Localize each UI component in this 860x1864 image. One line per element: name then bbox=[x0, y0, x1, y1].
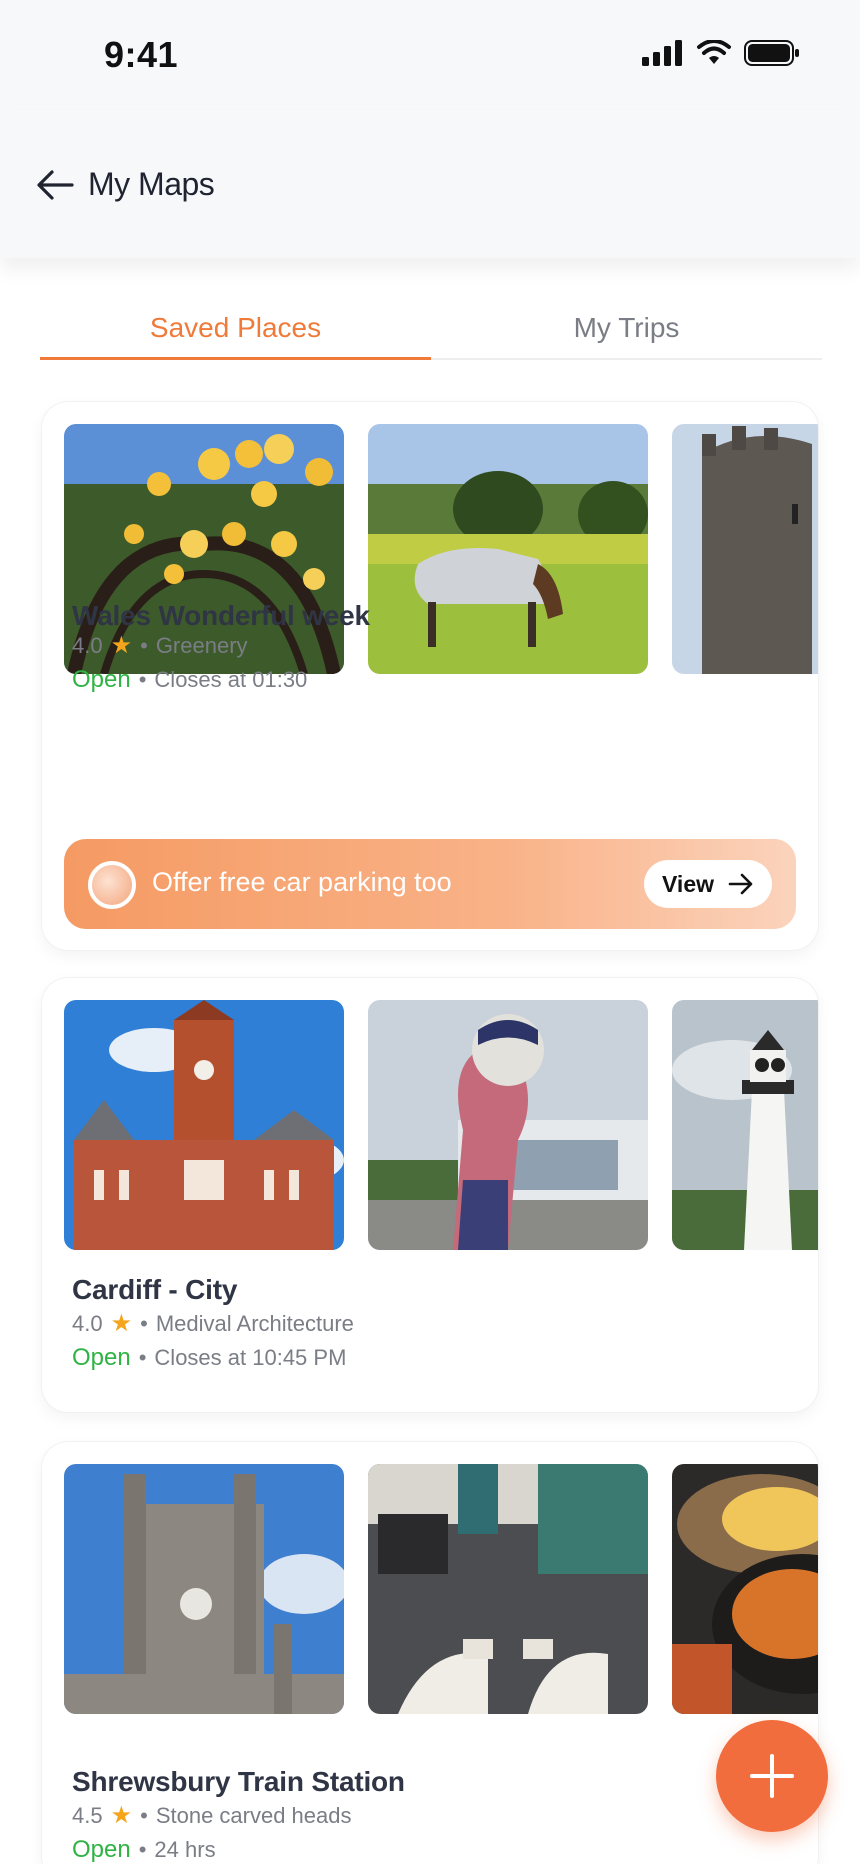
photo-horse-field[interactable] bbox=[368, 424, 648, 674]
separator-dot: • bbox=[138, 1345, 147, 1370]
photo-food-plate[interactable] bbox=[672, 1464, 818, 1714]
photo-castle-tower[interactable] bbox=[672, 424, 818, 674]
separator-dot: • bbox=[138, 667, 147, 692]
arrow-right-icon bbox=[728, 873, 753, 895]
star-icon: ★ bbox=[110, 1310, 133, 1337]
photo-carousel[interactable] bbox=[64, 1464, 818, 1714]
status-time: 9:41 bbox=[104, 34, 179, 75]
place-category: Stone carved heads bbox=[155, 1802, 352, 1828]
place-rating-row: 4.5 ★ • Stone carved heads bbox=[72, 1801, 352, 1830]
open-status: Open bbox=[72, 1836, 131, 1863]
star-icon: ★ bbox=[110, 1802, 133, 1829]
tab-my-trips[interactable]: My Trips bbox=[431, 296, 822, 358]
place-title[interactable]: Shrewsbury Train Station bbox=[72, 1766, 405, 1798]
view-button[interactable]: View bbox=[644, 860, 772, 908]
rating-value: 4.5 bbox=[72, 1802, 103, 1828]
status-bar: 9:41 bbox=[0, 0, 860, 110]
tab-saved-places[interactable]: Saved Places bbox=[40, 296, 431, 360]
photo-lighthouse[interactable] bbox=[672, 1000, 818, 1250]
page-title: My Maps bbox=[88, 166, 215, 202]
star-icon: ★ bbox=[110, 632, 133, 659]
photo-carousel[interactable] bbox=[64, 1000, 818, 1250]
signal-icon bbox=[642, 40, 682, 66]
place-card[interactable]: Shrewsbury Train Station 4.5 ★ • Stone c… bbox=[42, 1442, 818, 1864]
wifi-icon bbox=[697, 40, 731, 64]
separator-dot: • bbox=[140, 1310, 148, 1336]
offer-text: Offer free car parking too bbox=[152, 867, 452, 897]
add-place-button[interactable] bbox=[716, 1720, 828, 1832]
place-category: Greenery bbox=[155, 632, 248, 658]
place-title[interactable]: Wales Wonderful week bbox=[72, 600, 370, 632]
app-header: My Maps bbox=[0, 110, 860, 258]
place-hours: Closes at 01:30 bbox=[154, 667, 308, 692]
offer-indicator-icon bbox=[88, 861, 136, 909]
tab-bar: Saved Places My Trips bbox=[40, 296, 822, 360]
place-hours: 24 hrs bbox=[154, 1837, 216, 1862]
offer-banner[interactable]: Offer free car parking too View bbox=[64, 839, 796, 929]
rating-value: 4.0 bbox=[72, 1310, 103, 1336]
plus-icon bbox=[750, 1754, 794, 1798]
status-icons bbox=[642, 40, 800, 66]
place-hours-row: Open • 24 hrs bbox=[72, 1836, 216, 1864]
open-status: Open bbox=[72, 1344, 131, 1371]
place-title[interactable]: Cardiff - City bbox=[72, 1274, 237, 1306]
back-button[interactable] bbox=[34, 164, 76, 206]
photo-red-brick-building[interactable] bbox=[64, 1000, 344, 1250]
separator-dot: • bbox=[140, 632, 148, 658]
photo-gothic-tower[interactable] bbox=[64, 1464, 344, 1714]
battery-icon bbox=[744, 40, 799, 66]
place-hours: Closes at 10:45 PM bbox=[154, 1345, 347, 1370]
arrow-left-icon bbox=[37, 170, 74, 200]
view-button-label: View bbox=[662, 870, 714, 897]
separator-dot: • bbox=[138, 1837, 147, 1862]
separator-dot: • bbox=[140, 1802, 148, 1828]
place-category: Medival Architecture bbox=[155, 1310, 354, 1336]
place-rating-row: 4.0 ★ • Medival Architecture bbox=[72, 1309, 354, 1338]
open-status: Open bbox=[72, 666, 131, 693]
place-hours-row: Open • Closes at 01:30 bbox=[72, 666, 307, 694]
place-card[interactable]: Wales Wonderful week 4.0 ★ • Greenery Op… bbox=[42, 402, 818, 950]
place-hours-row: Open • Closes at 10:45 PM bbox=[72, 1344, 346, 1372]
photo-office-floor[interactable] bbox=[368, 1464, 648, 1714]
place-rating-row: 4.0 ★ • Greenery bbox=[72, 631, 248, 660]
photo-hand-sculpture[interactable] bbox=[368, 1000, 648, 1250]
place-card[interactable]: Cardiff - City 4.0 ★ • Medival Architect… bbox=[42, 978, 818, 1412]
rating-value: 4.0 bbox=[72, 632, 103, 658]
